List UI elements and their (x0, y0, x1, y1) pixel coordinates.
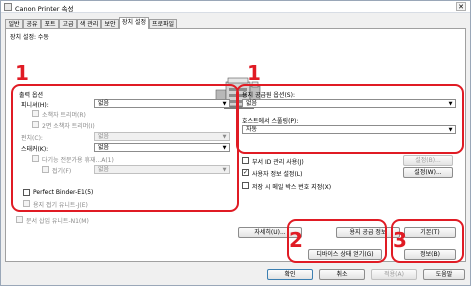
dept-id-checkbox[interactable] (242, 157, 249, 164)
printer-properties-window: Canon Printer 속성 ✕ 일반 공유 포트 고급 색 관리 보안 장… (0, 0, 471, 286)
annotation-box-paper-source (236, 84, 464, 154)
device-settings-label: 장치 설정: 수동 (10, 34, 49, 41)
mailbox-checkbox[interactable] (242, 182, 249, 189)
mailbox-label: 저장 시 메일 박스 번호 지정(X) (252, 184, 332, 191)
apply-button[interactable]: 적용(A) (371, 269, 417, 280)
dept-id-label: 부서 ID 관리 사용(J) (252, 159, 304, 166)
tab-device-settings[interactable]: 장치 설정 (119, 17, 149, 29)
insert-unit-checkbox[interactable] (16, 216, 23, 223)
checkmark-icon: ✓ (243, 169, 249, 176)
user-info-checkbox[interactable]: ✓ (242, 169, 249, 176)
user-info-settings-button[interactable]: 설정(W)... (403, 167, 453, 178)
close-icon[interactable]: ✕ (456, 2, 466, 11)
annotation-number-3: 3 (393, 228, 407, 252)
user-info-label: 사용자 정보 설정(L) (252, 171, 303, 178)
dept-id-settings-button[interactable]: 설정(B)... (403, 155, 453, 166)
annotation-number-1-right: 1 (247, 61, 261, 85)
insert-unit-label: 문서 삽입 유니트-N1(M) (26, 218, 89, 225)
window-title: Canon Printer 속성 (15, 5, 74, 13)
annotation-number-1-left: 1 (15, 61, 29, 85)
cancel-button[interactable]: 취소 (319, 269, 365, 280)
help-button[interactable]: 도움말 (423, 269, 465, 280)
title-bar: Canon Printer 속성 ✕ (1, 1, 470, 13)
ok-button[interactable]: 확인 (267, 269, 313, 280)
annotation-box-output-options (11, 84, 239, 212)
app-printer-icon (4, 3, 12, 11)
annotation-number-2: 2 (289, 228, 303, 252)
